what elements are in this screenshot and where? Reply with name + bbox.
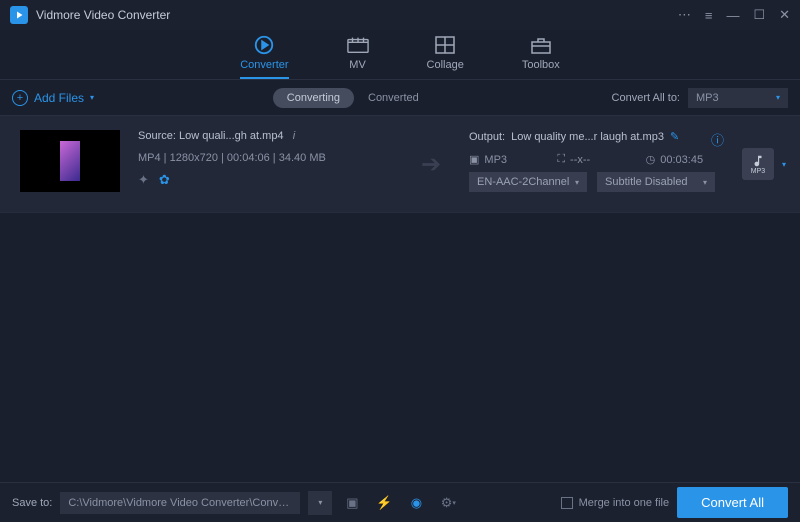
plus-icon: +: [12, 90, 28, 106]
chevron-down-icon[interactable]: ▾: [782, 160, 786, 169]
close-icon[interactable]: ✕: [779, 7, 790, 23]
out-res-cell: ⛶ --x--: [557, 153, 635, 166]
meta-container: MP4: [138, 152, 161, 164]
convert-all-label: Convert All to:: [612, 92, 680, 104]
file-item: Source: Low quali...gh at.mp4 i MP4 | 12…: [0, 116, 800, 213]
minimize-icon[interactable]: —: [726, 8, 739, 23]
output-row: Output: Low quality me...r laugh at.mp3 …: [469, 130, 724, 143]
main-tabs: Converter MV Collage Toolbox: [0, 30, 800, 80]
tab-label: Converter: [240, 59, 288, 71]
app-title: Vidmore Video Converter: [36, 8, 678, 22]
pill-converting[interactable]: Converting: [273, 88, 354, 108]
clock-icon: ◷: [646, 153, 656, 166]
output-select-row: EN-AAC-2Channel ▾ Subtitle Disabled ▾: [469, 172, 724, 192]
tab-mv[interactable]: MV: [347, 34, 369, 79]
out-format-cell: ▣ MP3: [469, 153, 547, 166]
output-label: Output:: [469, 131, 505, 143]
source-meta: MP4 | 1280x720 | 00:04:06 | 34.40 MB: [138, 152, 393, 164]
audio-channel-value: EN-AAC-2Channel: [477, 176, 569, 188]
out-res: --x--: [570, 154, 590, 166]
add-files-button[interactable]: + Add Files ▾: [12, 90, 94, 106]
tab-label: Collage: [427, 59, 464, 71]
out-dur-cell: ◷ 00:03:45: [646, 153, 724, 166]
info-icon[interactable]: ⓘ: [711, 130, 724, 149]
source-filename: Low quali...gh at.mp4: [179, 130, 284, 142]
effects-icon[interactable]: ✿: [159, 172, 170, 188]
merge-checkbox[interactable]: Merge into one file: [561, 497, 670, 509]
expand-icon: ⛶: [557, 153, 565, 166]
chevron-down-icon: ▾: [776, 93, 780, 102]
tab-toolbox[interactable]: Toolbox: [522, 34, 560, 79]
output-column: Output: Low quality me...r laugh at.mp3 …: [469, 130, 724, 198]
format-badge[interactable]: MP3: [742, 148, 774, 180]
meta-resolution: 1280x720: [170, 152, 218, 164]
hardware-off-icon[interactable]: ⚡: [372, 491, 396, 515]
path-dropdown[interactable]: ▾: [308, 491, 332, 515]
add-files-label: Add Files: [34, 91, 84, 105]
bottom-bar: Save to: C:\Vidmore\Vidmore Video Conver…: [0, 482, 800, 522]
meta-duration: 00:04:06: [227, 152, 270, 164]
star-icon[interactable]: ✦: [138, 172, 149, 188]
film-icon: ▣: [469, 153, 479, 166]
save-to-label: Save to:: [12, 497, 52, 509]
mv-icon: [347, 34, 369, 56]
toolbox-icon: [531, 34, 551, 56]
high-speed-on-icon[interactable]: ◉: [404, 491, 428, 515]
convert-all-button[interactable]: Convert All: [677, 487, 788, 518]
output-filename: Low quality me...r laugh at.mp3: [511, 131, 664, 143]
app-logo: [10, 6, 28, 24]
status-pills: Converting Converted: [273, 88, 433, 108]
checkbox-icon: [561, 497, 573, 509]
meta-size: 34.40 MB: [279, 152, 326, 164]
chevron-down-icon: ▾: [318, 498, 322, 507]
window-controls: ⋯ ≡ — ☐ ✕: [678, 7, 790, 23]
feedback-icon[interactable]: ⋯: [678, 7, 691, 23]
maximize-icon[interactable]: ☐: [753, 7, 765, 23]
tab-label: Toolbox: [522, 59, 560, 71]
tab-converter[interactable]: Converter: [240, 34, 288, 79]
merge-label: Merge into one file: [579, 497, 670, 509]
source-label: Source:: [138, 130, 176, 142]
menu-icon[interactable]: ≡: [705, 8, 713, 23]
chevron-down-icon: ▾: [90, 93, 94, 102]
arrow-icon: ➔: [411, 150, 451, 179]
tab-collage[interactable]: Collage: [427, 34, 464, 79]
item-actions: ✦ ✿: [138, 172, 393, 188]
settings-icon[interactable]: ⚙▾: [436, 491, 460, 515]
video-thumbnail[interactable]: [20, 130, 120, 192]
subtitle-select[interactable]: Subtitle Disabled ▾: [597, 172, 715, 192]
save-path-input[interactable]: C:\Vidmore\Vidmore Video Converter\Conve…: [60, 492, 300, 514]
tab-label: MV: [349, 59, 366, 71]
pill-converted[interactable]: Converted: [354, 88, 433, 108]
convert-all-to: Convert All to: MP3 ▾: [612, 88, 788, 108]
source-column: Source: Low quali...gh at.mp4 i MP4 | 12…: [138, 130, 393, 188]
converter-icon: [253, 34, 275, 56]
source-row: Source: Low quali...gh at.mp4 i: [138, 130, 393, 142]
format-select[interactable]: MP3 ▾: [688, 88, 788, 108]
open-folder-icon[interactable]: ▣: [340, 491, 364, 515]
collage-icon: [435, 34, 455, 56]
chevron-down-icon: ▾: [575, 178, 579, 187]
out-duration: 00:03:45: [660, 154, 703, 166]
titlebar: Vidmore Video Converter ⋯ ≡ — ☐ ✕: [0, 0, 800, 30]
subtitle-value: Subtitle Disabled: [605, 176, 688, 188]
output-meta-row: ▣ MP3 ⛶ --x-- ◷ 00:03:45: [469, 153, 724, 166]
format-badge-label: MP3: [751, 168, 765, 175]
audio-channel-select[interactable]: EN-AAC-2Channel ▾: [469, 172, 587, 192]
format-value: MP3: [696, 92, 719, 104]
item-right: MP3 ▾: [742, 148, 786, 180]
edit-icon[interactable]: ✎: [670, 130, 679, 143]
info-icon[interactable]: i: [293, 130, 295, 142]
out-format: MP3: [484, 154, 507, 166]
toolbar: + Add Files ▾ Converting Converted Conve…: [0, 80, 800, 116]
thumbnail-image: [60, 141, 80, 181]
chevron-down-icon: ▾: [703, 178, 707, 187]
